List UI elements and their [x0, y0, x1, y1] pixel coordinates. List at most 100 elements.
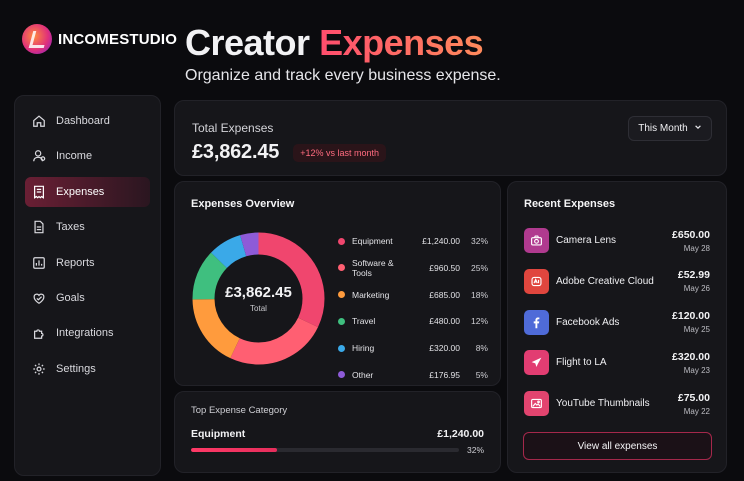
donut-center-label: Total — [250, 304, 267, 313]
period-dropdown-label: This Month — [638, 123, 688, 134]
top-category-card: Top Expense Category Equipment £1,240.00… — [174, 391, 501, 473]
puzzle-icon — [32, 326, 46, 340]
expense-date: May 26 — [683, 284, 710, 294]
sidebar-item-label: Reports — [56, 256, 95, 269]
document-icon — [32, 220, 46, 234]
chart-icon — [32, 256, 46, 270]
expense-date: May 25 — [683, 325, 710, 335]
page-title-part1: Creator — [185, 22, 310, 63]
legend-item: Software & Tools £960.50 25% — [338, 255, 488, 281]
sidebar-item-taxes[interactable]: Taxes — [25, 212, 150, 242]
page-title-part2: Expenses — [319, 22, 484, 63]
sidebar-item-label: Dashboard — [56, 115, 110, 127]
legend-item: Other £176.95 5% — [338, 362, 488, 388]
camera-icon — [524, 228, 549, 253]
sidebar-item-dashboard[interactable]: Dashboard — [25, 106, 150, 136]
legend-percent: 8% — [475, 343, 488, 354]
legend-item: Marketing £685.00 18% — [338, 282, 488, 308]
total-expenses-card: Total Expenses £3,862.45 +12% vs last mo… — [174, 100, 727, 176]
sidebar-item-reports[interactable]: Reports — [25, 248, 150, 278]
list-item[interactable]: Facebook Ads £120.00 May 25 — [524, 306, 710, 339]
expenses-overview-card: Expenses Overview £3,862.45 Total Equipm… — [174, 181, 501, 386]
expense-amount: £75.00 — [677, 391, 710, 404]
sidebar-item-integrations[interactable]: Integrations — [25, 318, 150, 348]
expense-amount: £52.99 — [677, 269, 710, 282]
legend-item: Travel £480.00 12% — [338, 308, 488, 334]
top-category-progress — [191, 448, 459, 452]
sidebar-item-income[interactable]: Income — [25, 141, 150, 171]
legend-amount: £480.00 — [429, 316, 460, 327]
legend-label: Hiring — [352, 343, 375, 354]
legend-percent: 25% — [470, 262, 488, 273]
legend-color-dot — [338, 317, 345, 325]
top-category-name: Equipment — [191, 428, 246, 440]
legend-label: Travel — [352, 316, 376, 327]
top-category-amount: £1,240.00 — [437, 428, 484, 440]
legend-item: Equipment £1,240.00 32% — [338, 228, 488, 254]
recent-list: Camera Lens £650.00 May 28 Adobe Creativ… — [524, 224, 710, 420]
list-item[interactable]: Adobe Creative Cloud £52.99 May 26 — [524, 265, 710, 298]
cloud-icon — [524, 268, 549, 294]
legend-label: Software & Tools — [352, 257, 394, 278]
expense-date: May 23 — [683, 365, 710, 375]
legend-label: Other — [352, 369, 374, 380]
legend-percent: 32% — [470, 236, 488, 246]
sidebar-item-expenses[interactable]: Expenses — [25, 176, 150, 207]
recent-expenses-card: Recent Expenses Camera Lens £650.00 May … — [507, 181, 727, 473]
sidebar-item-label: Settings — [56, 362, 96, 375]
image-icon — [524, 391, 549, 417]
sidebar-item-label: Income — [56, 150, 93, 163]
list-item[interactable]: YouTube Thumbnails £75.00 May 22 — [524, 387, 710, 420]
page-title: Creator Expenses — [185, 22, 484, 64]
sidebar-item-goals[interactable]: Goals — [25, 283, 150, 313]
sidebar: Dashboard Income Expenses Taxes Reports … — [14, 95, 161, 476]
legend-amount: £320.00 — [429, 343, 460, 354]
expense-date: May 22 — [683, 406, 710, 416]
sidebar-item-settings[interactable]: Settings — [25, 354, 150, 384]
plane-icon — [524, 350, 549, 376]
legend-percent: 5% — [475, 369, 488, 380]
expense-name: Facebook Ads — [556, 316, 620, 328]
top-category-label: Top Expense Category — [191, 405, 288, 416]
expense-amount: £320.00 — [672, 350, 710, 363]
legend-percent: 18% — [470, 289, 488, 300]
legend-amount: £1,240.00 — [422, 236, 460, 246]
gear-icon — [32, 362, 46, 376]
receipt-icon — [32, 185, 46, 199]
brand-name: INCOMESTUDIO — [58, 30, 178, 48]
facebook-icon — [524, 309, 549, 335]
donut-chart: £3,862.45 Total — [192, 232, 325, 365]
legend-color-dot — [338, 344, 345, 352]
expense-name: YouTube Thumbnails — [556, 398, 650, 410]
brand-logo[interactable]: INCOMESTUDIO — [22, 24, 177, 54]
legend-color-dot — [338, 371, 345, 379]
legend-amount: £176.95 — [429, 369, 460, 380]
expense-amount: £120.00 — [672, 310, 710, 323]
legend-amount: £960.50 — [429, 262, 460, 273]
recent-title: Recent Expenses — [524, 198, 616, 210]
coins-icon — [32, 149, 46, 163]
home-icon — [32, 114, 46, 128]
total-expenses-value: £3,862.45 — [192, 141, 280, 163]
period-dropdown[interactable]: This Month — [628, 116, 712, 141]
page-subtitle: Organize and track every business expens… — [185, 67, 501, 84]
expense-name: Flight to LA — [556, 357, 607, 369]
sidebar-item-label: Expenses — [56, 185, 105, 198]
legend-percent: 12% — [470, 316, 488, 327]
view-all-expenses-button[interactable]: View all expenses — [523, 432, 712, 460]
overview-title: Expenses Overview — [191, 198, 295, 210]
target-icon — [32, 291, 46, 305]
chart-legend: Equipment £1,240.00 32% Software & Tools £96… — [338, 228, 488, 389]
expense-name: Adobe Creative Cloud — [556, 275, 654, 287]
legend-label: Equipment — [352, 236, 393, 246]
legend-color-dot — [338, 264, 345, 272]
legend-amount: £685.00 — [429, 289, 460, 300]
legend-item: Hiring £320.00 8% — [338, 335, 488, 361]
top-category-percent: 32% — [466, 445, 484, 455]
list-item[interactable]: Flight to LA £320.00 May 23 — [524, 346, 710, 379]
expense-date: May 28 — [683, 243, 710, 253]
legend-label: Marketing — [352, 289, 390, 300]
donut-center-value: £3,862.45 — [225, 284, 292, 301]
list-item[interactable]: Camera Lens £650.00 May 28 — [524, 224, 710, 257]
sidebar-item-label: Integrations — [56, 327, 114, 340]
